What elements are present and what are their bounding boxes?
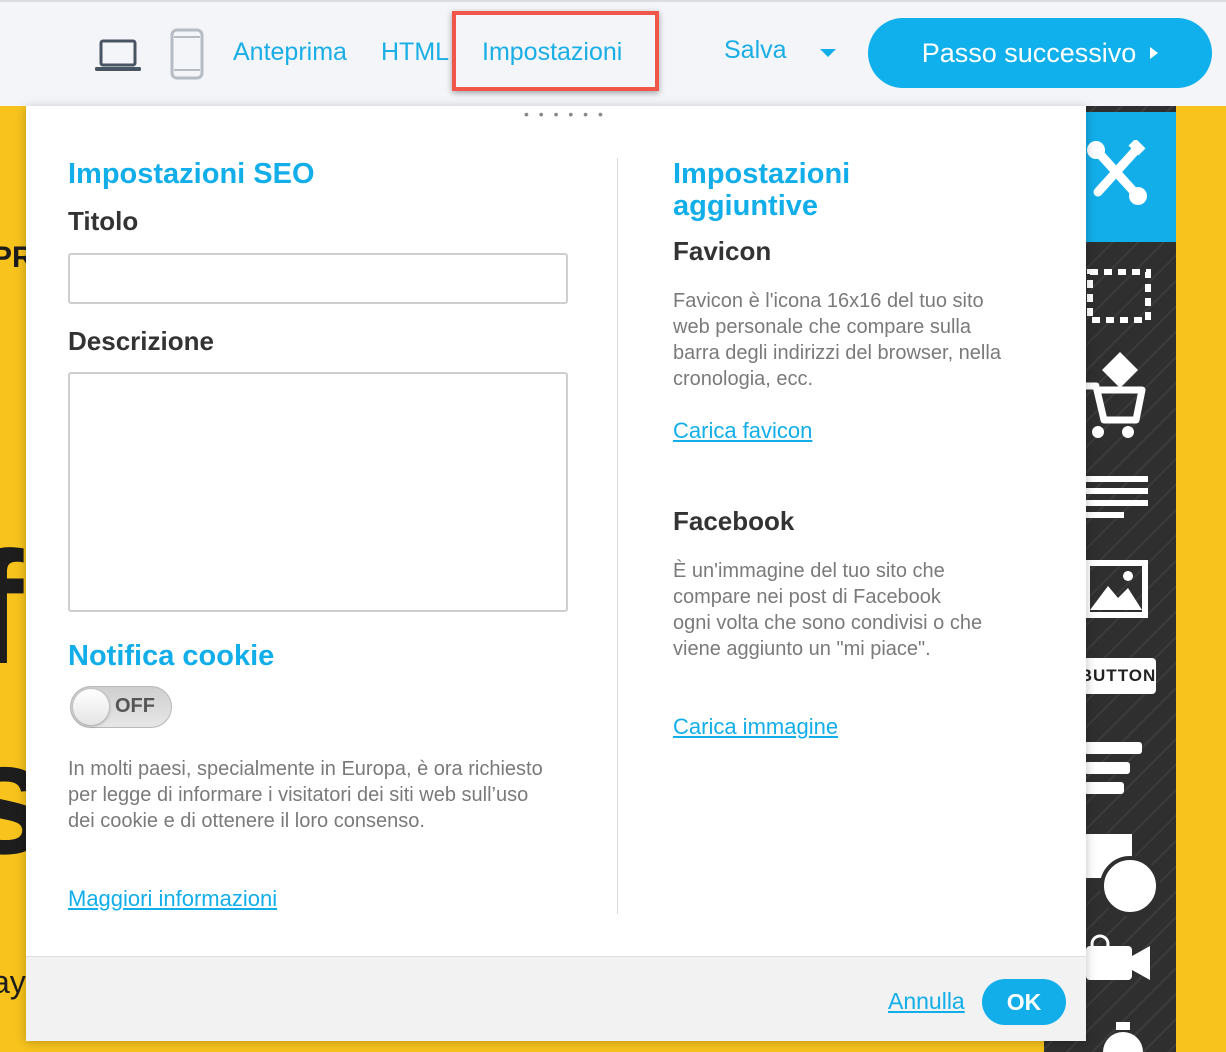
video-icon[interactable] [1084,934,1152,988]
section-icon[interactable] [1086,268,1152,324]
save-link[interactable]: Salva [724,36,787,65]
laptop-icon[interactable] [95,39,141,73]
toggle-state-label: OFF [115,695,155,717]
facebook-description: È un'immagine del tuo sito che compare n… [673,560,983,660]
ok-button-label: OK [1006,988,1042,1015]
button-tool[interactable]: BUTTON [1080,658,1156,694]
next-step-button[interactable]: Passo successivo [868,18,1212,88]
toolbar-top-rule [0,0,1226,2]
top-toolbar: Anteprima HTML Impostazioni Salva Passo … [0,0,1226,106]
image-icon[interactable] [1084,560,1150,620]
cookie-heading: Notifica cookie [68,640,275,672]
ok-button[interactable]: OK [982,979,1066,1025]
upload-favicon-link[interactable]: Carica favicon [673,418,812,444]
favicon-heading: Favicon [673,236,772,266]
seo-heading: Impostazioni SEO [68,158,315,190]
upload-image-link[interactable]: Carica immagine [673,714,838,740]
button-tool-label: BUTTON [1079,666,1157,685]
more-info-link[interactable]: Maggiori informazioni [68,886,277,912]
timer-icon[interactable] [1096,1022,1150,1052]
drag-handle[interactable]: • • • • • • [524,106,606,122]
cancel-link[interactable]: Annulla [888,988,965,1015]
canvas-text-f: f [0,516,23,700]
favicon-description: Favicon è l'icona 16x16 del tuo sito web… [673,290,1001,390]
column-divider [617,158,618,914]
facebook-heading: Facebook [673,506,795,536]
additional-settings-heading: Impostazioni aggiuntive [673,158,851,222]
settings-modal: • • • • • • Impostazioni SEO Titolo Desc… [26,106,1086,1041]
next-step-label: Passo successivo [921,37,1137,68]
chevron-down-icon[interactable] [818,47,838,59]
shapes-icon[interactable] [1084,830,1160,916]
canvas-text-exclamation: ! [0,1011,3,1048]
text-icon[interactable] [1084,474,1150,522]
phone-icon[interactable] [170,28,204,80]
modal-footer: Annulla OK [26,956,1086,1041]
cart-icon[interactable] [1084,350,1148,442]
title-input[interactable] [68,253,568,304]
preview-link[interactable]: Anteprima [233,38,347,67]
description-textarea[interactable] [68,372,568,612]
canvas-text-ay: ay [0,964,26,1000]
title-label: Titolo [68,206,139,236]
settings-highlight-box [452,11,659,91]
html-link[interactable]: HTML [381,38,449,67]
arrow-right-icon [1150,47,1159,59]
cookie-toggle[interactable]: OFF [70,686,172,728]
tools-icon[interactable] [1086,140,1148,206]
description-label: Descrizione [68,326,214,356]
cookie-description: In molti paesi, specialmente in Europa, … [68,758,543,832]
toggle-knob [73,689,109,725]
form-icon[interactable] [1084,740,1144,796]
